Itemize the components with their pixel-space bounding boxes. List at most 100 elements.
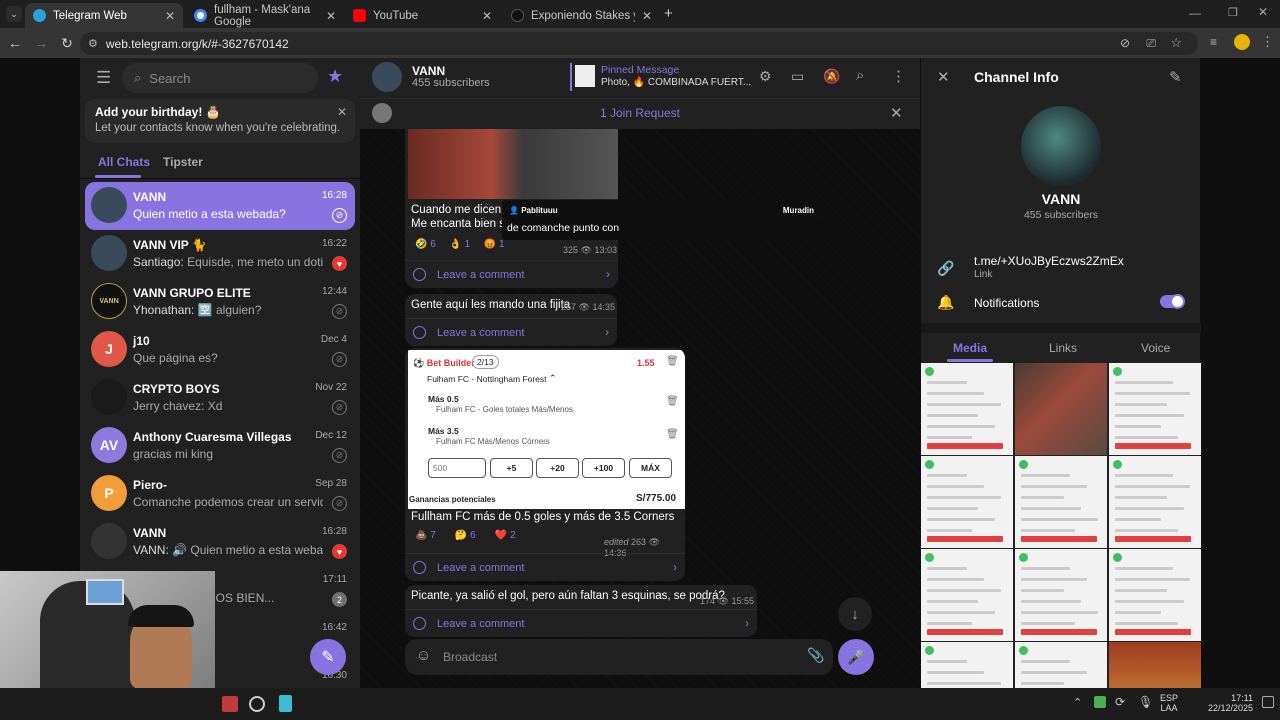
leave-comment-button[interactable]: Leave a comment › xyxy=(405,318,617,346)
clock[interactable]: 17:11 22/12/2025 xyxy=(1197,693,1253,713)
close-tab-icon[interactable]: ✕ xyxy=(165,9,175,23)
voice-record-button[interactable]: 🎤 xyxy=(838,639,874,675)
attach-icon[interactable]: 📎 xyxy=(807,647,824,664)
tab-telegram[interactable]: Telegram Web ✕ xyxy=(25,3,183,28)
site-info-icon[interactable]: ⚙ xyxy=(88,37,98,50)
no-tracking-icon[interactable]: ⊘ xyxy=(1120,36,1130,50)
chat-row[interactable]: VANN VIP 🐈 Santiago: Equisde, me meto un … xyxy=(85,230,355,278)
chat-row[interactable]: CRYPTO BOYS Jerry chavez: Xd Nov 22 ⊘ xyxy=(85,374,355,422)
reaction-chip[interactable]: 🤣 6 xyxy=(415,239,436,250)
media-thumb[interactable] xyxy=(1015,642,1107,688)
media-thumb[interactable] xyxy=(1109,456,1201,548)
media-thumb[interactable] xyxy=(1109,642,1201,688)
profile-avatar[interactable] xyxy=(1234,34,1250,50)
tab-all-chats[interactable]: All Chats xyxy=(98,155,150,169)
tray-app-icon[interactable] xyxy=(1094,696,1106,708)
hamburger-menu-icon[interactable]: ☰ xyxy=(96,68,111,88)
media-thumb[interactable] xyxy=(1109,549,1201,641)
media-thumb[interactable] xyxy=(921,456,1013,548)
close-join-icon[interactable]: ✕ xyxy=(890,104,903,122)
tab-tipster[interactable]: Tipster xyxy=(163,155,203,169)
search-input[interactable]: ⌕ Search xyxy=(122,63,318,93)
tray-chevron-icon[interactable]: ⌃ xyxy=(1073,696,1082,709)
scroll-down-button[interactable]: ↓ xyxy=(838,597,872,631)
reaction-chip[interactable]: 😡 1 xyxy=(484,239,505,250)
app-icon[interactable] xyxy=(222,696,238,712)
pinned-text[interactable]: Photo, 🔥 COMBINADA FUERT... xyxy=(601,77,751,88)
minimize-icon[interactable]: — xyxy=(1189,6,1201,20)
back-icon[interactable]: ← xyxy=(2,35,28,51)
media-thumb[interactable] xyxy=(1015,456,1107,548)
chat-row[interactable]: AV Anthony Cuaresma Villegas gracias mi ki… xyxy=(85,422,355,470)
chat-row[interactable]: VANN VANN: 🔊 Quien metio a esta webada? 16… xyxy=(85,518,355,566)
notifications-toggle[interactable] xyxy=(1160,294,1185,309)
mute-icon[interactable]: 🔕 xyxy=(823,68,840,85)
close-info-icon[interactable]: ✕ xyxy=(937,68,950,86)
media-thumb[interactable] xyxy=(1109,363,1201,455)
media-thumb[interactable] xyxy=(921,549,1013,641)
tab-youtube[interactable]: YouTube ✕ xyxy=(345,3,500,28)
chat-row[interactable]: VANN VANN GRUPO ELITE Yhonathan: 🈳 alguien… xyxy=(85,278,355,326)
chat-title[interactable]: VANN xyxy=(412,64,445,78)
chat-search-icon[interactable]: ⌕ xyxy=(856,67,864,84)
reaction-chip[interactable]: 👌 1 xyxy=(449,239,470,250)
restore-icon[interactable]: ❐ xyxy=(1228,6,1238,19)
reactions[interactable]: 💩 7 🤔 6 ❤️ 2 xyxy=(415,530,516,541)
join-request-label[interactable]: 1 Join Request xyxy=(360,106,920,120)
betslip-image[interactable]: ⚽ Bet Builder 2/13 1.55 🗑 Fulham FC - No… xyxy=(408,350,685,509)
leave-comment-button[interactable]: Leave a comment › xyxy=(405,260,618,288)
chat-row[interactable]: Jj10 Que página es? Dec 4 ⊘ xyxy=(85,326,355,374)
notification-center-icon[interactable] xyxy=(1262,696,1274,708)
close-tab-icon[interactable]: ✕ xyxy=(326,9,336,23)
pinned-label[interactable]: Pinned Message xyxy=(601,64,679,76)
browser-menu-icon[interactable]: ⋮ xyxy=(1261,34,1274,50)
star-icon[interactable]: ★ xyxy=(327,66,343,87)
reading-list-icon[interactable]: ≡ xyxy=(1210,35,1217,49)
chat-menu-icon[interactable]: ⋮ xyxy=(891,67,906,85)
bookmark-star-icon[interactable]: ☆ xyxy=(1170,35,1182,51)
tab-search-icon[interactable]: ⌄ xyxy=(6,6,22,22)
reactions[interactable]: 🤣 6 👌 1 😡 1 xyxy=(415,239,505,250)
close-tab-icon[interactable]: ✕ xyxy=(482,9,492,23)
tab-tiktok[interactable]: Exponiendo Stakes y Grupos Vi ✕ xyxy=(503,3,660,28)
media-thumb[interactable] xyxy=(921,363,1013,455)
reaction-chip[interactable]: 🤔 6 xyxy=(455,530,476,541)
new-tab-icon[interactable]: + xyxy=(664,5,673,22)
close-window-icon[interactable]: ✕ xyxy=(1258,5,1268,19)
comments-icon[interactable]: ▭ xyxy=(791,68,804,85)
forward-icon[interactable]: → xyxy=(28,35,54,51)
chat-row[interactable]: P Piero- Comanche podemos crear un servido… xyxy=(85,470,355,518)
language-indicator[interactable]: ESP LAA xyxy=(1160,693,1178,713)
cast-icon[interactable]: ⎚ xyxy=(1146,36,1156,51)
tab-voice[interactable]: Voice xyxy=(1141,341,1170,355)
boost-icon[interactable]: ⚙ xyxy=(759,68,772,85)
emoji-icon[interactable]: ☺ xyxy=(416,647,431,664)
edit-icon[interactable]: ✎ xyxy=(1169,68,1182,86)
channel-photo[interactable] xyxy=(1021,106,1101,186)
join-request-bar[interactable]: 1 Join Request ✕ xyxy=(360,98,920,129)
chat-row[interactable]: VANN Quien metio a esta webada? 16:28 ⊘ xyxy=(85,182,355,230)
app-icon[interactable] xyxy=(249,696,265,712)
reload-icon[interactable]: ↻ xyxy=(54,35,80,52)
compose-button[interactable]: ✎ xyxy=(310,639,346,675)
close-tab-icon[interactable]: ✕ xyxy=(642,9,652,23)
tab-links[interactable]: Links xyxy=(1049,341,1077,355)
channel-avatar[interactable] xyxy=(372,62,402,92)
app-icon[interactable] xyxy=(279,695,292,712)
leave-comment-button[interactable]: Leave a comment › xyxy=(405,609,757,637)
sync-icon[interactable]: ⟳ xyxy=(1115,695,1125,709)
close-banner-icon[interactable]: ✕ xyxy=(337,105,347,119)
tab-media[interactable]: Media xyxy=(953,341,987,355)
reaction-chip[interactable]: ❤️ 2 xyxy=(495,530,516,541)
tab-google[interactable]: fullham - Mask'ana Google ✕ xyxy=(186,3,344,28)
url-field[interactable]: ⚙ web.telegram.org/k/#-3627670142 ⊘ ⎚ ☆ xyxy=(80,32,1198,55)
media-thumb[interactable] xyxy=(1015,549,1107,641)
leave-comment-button[interactable]: Leave a comment › xyxy=(405,553,685,581)
reaction-chip[interactable]: 💩 7 xyxy=(415,530,436,541)
microphone-tray-icon[interactable]: 🎙 xyxy=(1138,695,1153,709)
steak-photo[interactable] xyxy=(408,129,618,199)
invite-link[interactable]: t.me/+XUoJByEczws2ZmEx xyxy=(974,254,1124,268)
media-thumb[interactable] xyxy=(921,642,1013,688)
media-thumb[interactable] xyxy=(1015,363,1107,455)
message-input[interactable]: Broadcast xyxy=(443,650,497,664)
